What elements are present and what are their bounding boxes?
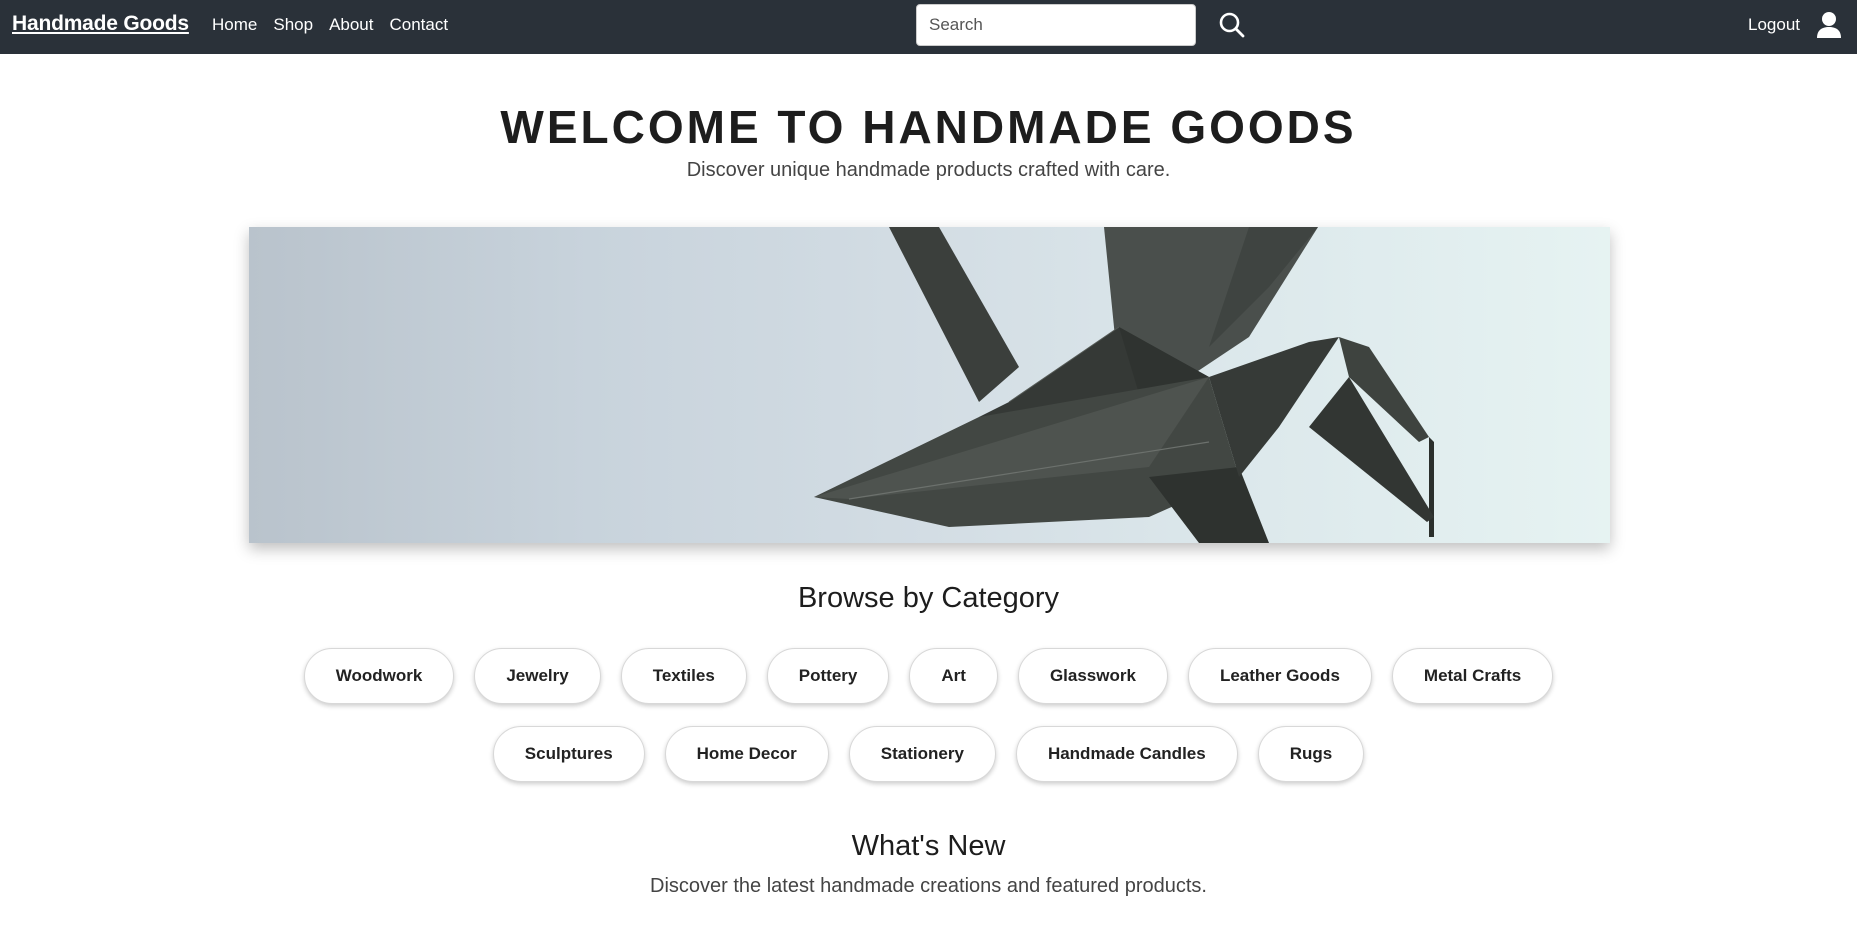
hero-title: WELCOME TO HANDMADE GOODS bbox=[500, 101, 1357, 153]
category-glasswork-button[interactable]: Glasswork bbox=[1017, 648, 1168, 704]
category-pottery-button[interactable]: Pottery bbox=[766, 648, 890, 704]
whats-new-subtitle: Discover the latest handmade creations a… bbox=[650, 875, 1207, 897]
logout-link[interactable]: Logout bbox=[1748, 15, 1800, 35]
nav-link-home[interactable]: Home bbox=[212, 15, 257, 35]
category-row-1: Woodwork Jewelry Textiles Pottery Art Gl… bbox=[0, 648, 1857, 704]
origami-crane-image bbox=[814, 227, 1434, 543]
category-textiles-button[interactable]: Textiles bbox=[620, 648, 747, 704]
nav-link-about[interactable]: About bbox=[329, 15, 373, 35]
category-handmade-candles-button[interactable]: Handmade Candles bbox=[1015, 726, 1238, 782]
nav-link-shop[interactable]: Shop bbox=[273, 15, 313, 35]
nav-link-contact[interactable]: Contact bbox=[390, 15, 449, 35]
category-leather-goods-button[interactable]: Leather Goods bbox=[1187, 648, 1372, 704]
hero-subtitle: Discover unique handmade products crafte… bbox=[686, 159, 1171, 181]
category-art-button[interactable]: Art bbox=[909, 648, 998, 704]
whats-new-title: What's New bbox=[851, 830, 1006, 862]
search-icon[interactable] bbox=[1218, 11, 1246, 39]
category-home-decor-button[interactable]: Home Decor bbox=[664, 726, 829, 782]
category-jewelry-button[interactable]: Jewelry bbox=[474, 648, 601, 704]
category-rugs-button[interactable]: Rugs bbox=[1257, 726, 1365, 782]
navbar: Handmade Goods Home Shop About Contact L… bbox=[0, 0, 1857, 54]
search-input[interactable] bbox=[916, 4, 1196, 46]
nav-links: Home Shop About Contact bbox=[212, 15, 448, 35]
user-icon[interactable] bbox=[1816, 11, 1842, 39]
category-sculptures-button[interactable]: Sculptures bbox=[492, 726, 645, 782]
category-stationery-button[interactable]: Stationery bbox=[848, 726, 996, 782]
category-row-2: Sculptures Home Decor Stationery Handmad… bbox=[0, 726, 1857, 782]
category-woodwork-button[interactable]: Woodwork bbox=[303, 648, 455, 704]
brand-logo-link[interactable]: Handmade Goods bbox=[12, 12, 189, 36]
category-metal-crafts-button[interactable]: Metal Crafts bbox=[1391, 648, 1554, 704]
category-section-title: Browse by Category bbox=[797, 582, 1060, 614]
banner-image bbox=[249, 227, 1610, 543]
